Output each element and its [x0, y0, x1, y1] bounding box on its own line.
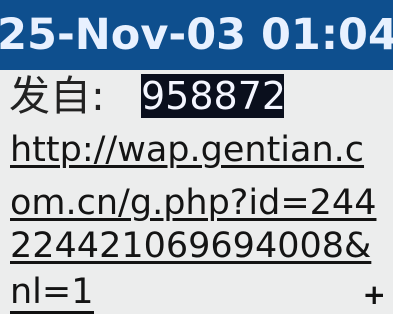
- status-bar: 25-Nov-03 01:04: [0, 0, 393, 70]
- message-link-line[interactable]: http://wap.gentian.c: [10, 133, 364, 168]
- scroll-down-icon: +: [362, 278, 386, 311]
- sender-label: 发自:: [9, 72, 105, 120]
- message-link-line[interactable]: 22442106969400​8&: [10, 229, 371, 264]
- datetime: 25-Nov-03 01:04: [0, 9, 393, 60]
- sender-number[interactable]: 958872: [141, 74, 286, 118]
- phone-screen: 25-Nov-03 01:04 发自: 958872 http://wap.ge…: [0, 0, 393, 314]
- message-link-line[interactable]: nl=1: [10, 275, 94, 314]
- sender-row: 发自: 958872: [0, 70, 393, 126]
- message-link-line[interactable]: om.cn/g.php?id=244: [10, 186, 376, 221]
